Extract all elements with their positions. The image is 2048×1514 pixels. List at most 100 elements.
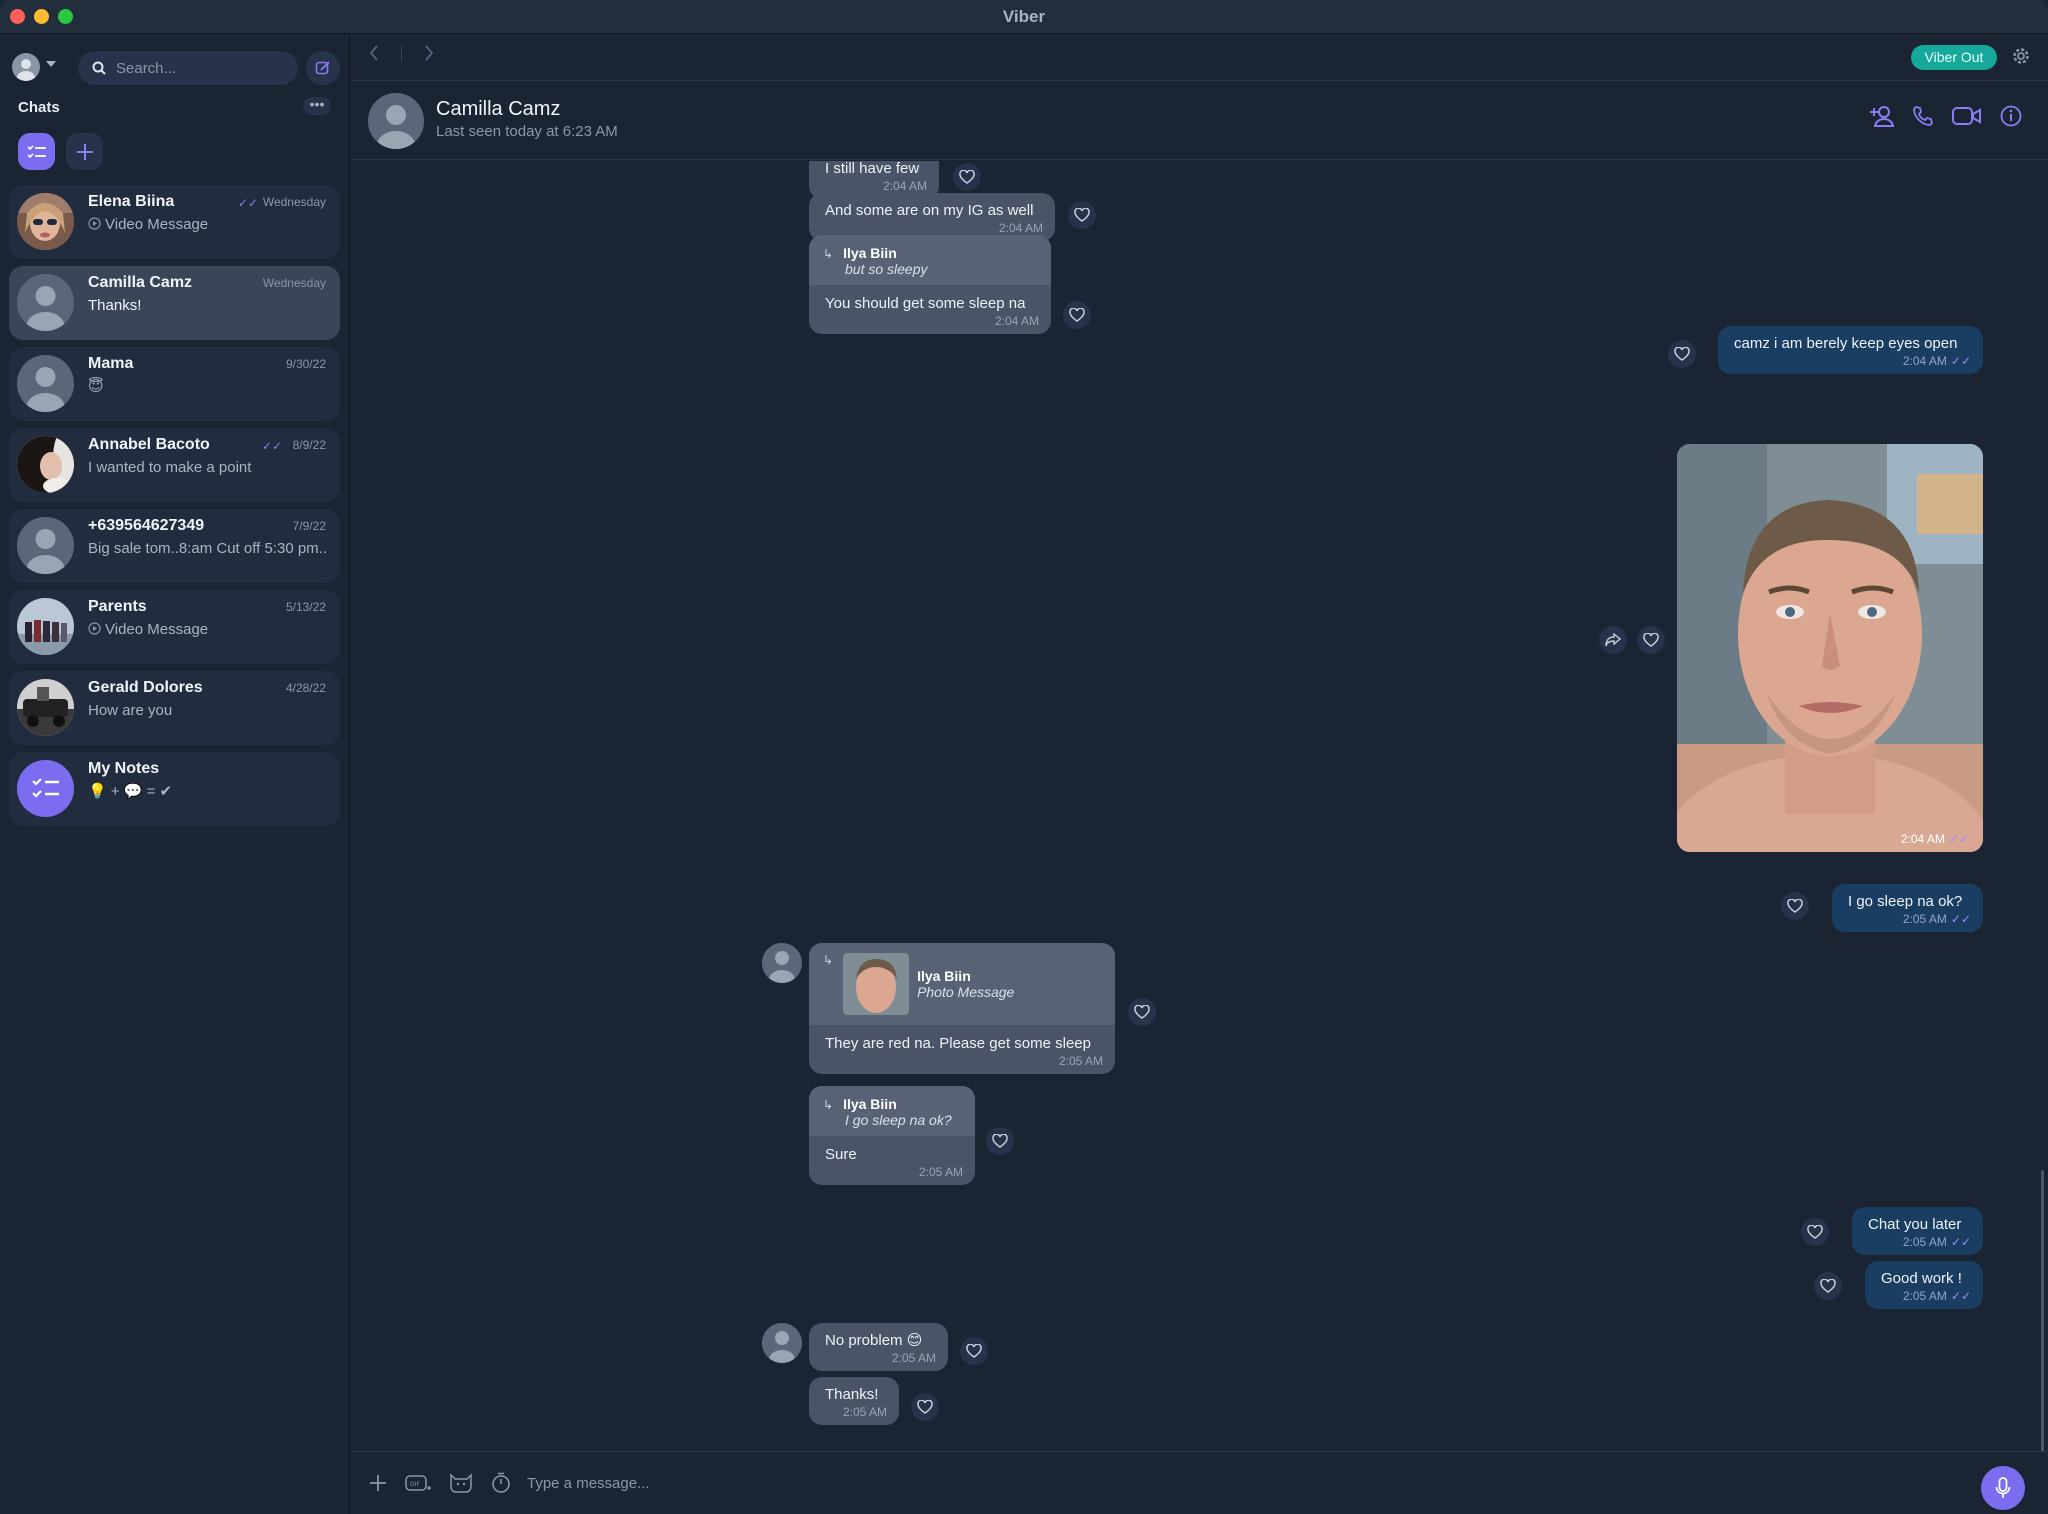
message-time: 2:05 AM [842,1405,887,1419]
like-button[interactable] [1781,892,1809,920]
chat-item-annabel-bacoto[interactable]: Annabel Bacoto ✓✓ 8/9/22 I wanted to mak… [9,428,340,502]
chat-name: My Notes [88,760,160,777]
chat-name: Elena Biina [88,193,175,210]
profile-menu-chevron-icon[interactable] [46,61,56,67]
add-participant-icon[interactable] [1868,105,1894,127]
quoted-message[interactable]: ↳ Ilya Biin Photo Message [809,943,1115,1025]
like-button[interactable] [1814,1272,1842,1300]
sender-avatar[interactable] [762,943,802,983]
like-button[interactable] [1637,626,1665,654]
quoted-sender: Ilya Biin [843,1096,897,1112]
chat-item-camilla-camz[interactable]: Camilla Camz Wednesday Thanks! [9,266,340,340]
like-button[interactable] [1063,301,1091,329]
heart-icon [1074,208,1090,222]
like-button[interactable] [960,1337,988,1365]
app-window: Viber Chats ••• [0,0,2048,1514]
video-message-icon [88,217,101,230]
chat-time: 4/28/22 [285,681,326,695]
like-button[interactable] [1068,201,1096,229]
chat-item-phone-number[interactable]: +639564627349 7/9/22 Big sale tom..8:am … [9,509,340,583]
chat-time: 8/9/22 [292,438,326,452]
like-button[interactable] [1801,1218,1829,1246]
like-button[interactable] [911,1393,939,1421]
message-composer: GIF [351,1451,2048,1514]
avatar [17,274,74,331]
compose-button[interactable] [306,51,340,85]
quoted-message[interactable]: ↳ Ilya Biin but so sleepy [809,235,1051,285]
chat-item-parents[interactable]: Parents 5/13/22 Video Message [9,590,340,664]
like-button[interactable] [1128,998,1156,1026]
more-options-button[interactable]: ••• [303,97,331,115]
minimize-window-button[interactable] [34,9,49,24]
sticker-icon[interactable] [449,1473,473,1493]
sidebar: Chats ••• Elena Biina ✓✓ Wednesday Video… [0,35,350,1514]
voice-message-button[interactable] [1981,1466,2025,1510]
chat-name: Parents [88,598,147,615]
search-input[interactable] [116,59,276,77]
chat-item-gerald-dolores[interactable]: Gerald Dolores 4/28/22 How are you [9,671,340,745]
message-bubble-reply[interactable]: ↳ Ilya Biin Photo Message They are red n… [809,943,1115,1074]
chat-time: 5/13/22 [285,600,326,614]
chat-item-mama[interactable]: Mama 9/30/22 😇 [9,347,340,421]
chat-name: +639564627349 [88,517,205,534]
chat-item-elena-biina[interactable]: Elena Biina ✓✓ Wednesday Video Message [9,185,340,259]
forward-arrow-icon[interactable] [424,45,434,61]
heart-icon [1134,1005,1150,1019]
message-input[interactable] [527,1468,1827,1498]
info-icon[interactable] [2000,105,2022,127]
heart-icon [1069,308,1085,322]
conversation-pane: Viber Out Camilla Camz Last seen today a… [351,35,2048,1514]
message-text: I still have few [825,161,920,177]
viber-out-button[interactable]: Viber Out [1911,45,1997,70]
timer-icon[interactable] [491,1472,511,1494]
message-bubble-outgoing[interactable]: Good work ! 2:05 AM ✓✓ [1865,1261,1983,1309]
message-scrollbar[interactable] [2041,1170,2044,1485]
chat-filter-all-button[interactable] [18,133,55,170]
plus-icon[interactable] [369,1474,387,1492]
message-bubble-reply[interactable]: ↳ Ilya Biin I go sleep na ok? Sure 2:05 A… [809,1086,975,1185]
like-button[interactable] [986,1127,1014,1155]
heart-icon [1643,633,1659,647]
message-bubble-reply[interactable]: ↳ Ilya Biin but so sleepy You should get … [809,235,1051,334]
chat-item-my-notes[interactable]: My Notes 💡 + 💬 = ✔ [9,752,340,826]
heart-icon [1820,1279,1836,1293]
message-bubble-incoming[interactable]: And some are on my IG as well 2:04 AM [809,193,1055,241]
search-box[interactable] [78,51,298,85]
gear-icon[interactable] [2011,46,2031,66]
back-arrow-icon[interactable] [369,45,379,61]
message-meta: 2:04 AM ✓✓ [1734,354,1971,368]
contact-avatar[interactable] [368,93,424,149]
close-window-button[interactable] [10,9,25,24]
chat-list: Elena Biina ✓✓ Wednesday Video Message C… [9,185,340,833]
selfie-photo [1677,444,1983,852]
last-seen-status: Last seen today at 6:23 AM [436,123,618,140]
message-meta: 2:05 AM ✓✓ [1848,912,1971,926]
video-call-icon[interactable] [1952,106,1982,126]
avatar [17,436,74,493]
message-text: Thanks! [825,1386,879,1403]
add-filter-button[interactable] [66,133,103,170]
gif-icon[interactable]: GIF [405,1473,431,1493]
heart-icon [966,1344,982,1358]
forward-share-icon [1605,633,1621,647]
my-profile-avatar[interactable] [12,53,40,81]
sender-avatar[interactable] [762,1323,802,1363]
message-bubble-outgoing[interactable]: Chat you later 2:05 AM ✓✓ [1852,1207,1983,1255]
message-time: 2:05 AM [1058,1054,1103,1068]
phone-call-icon[interactable] [1912,105,1934,127]
message-bubble-outgoing[interactable]: I go sleep na ok? 2:05 AM ✓✓ [1832,884,1983,932]
chat-preview-text: Video Message [105,216,209,233]
message-time: 2:05 AM [1902,1289,1947,1303]
quoted-message[interactable]: ↳ Ilya Biin I go sleep na ok? [809,1086,975,1136]
message-bubble-outgoing[interactable]: camz i am berely keep eyes open 2:04 AM ✓… [1718,326,1983,374]
like-button[interactable] [1668,340,1696,368]
message-text: Good work ! [1881,1270,1962,1287]
photo-message[interactable]: 2:04 AM ✓✓ [1677,444,1983,852]
heart-icon [1674,347,1690,361]
message-bubble-incoming[interactable]: No problem 😊 2:05 AM [809,1323,948,1371]
quoted-text: Photo Message [917,984,1015,1000]
zoom-window-button[interactable] [58,9,73,24]
share-button[interactable] [1599,626,1627,654]
message-bubble-incoming[interactable]: Thanks! 2:05 AM [809,1377,899,1425]
like-button[interactable] [953,163,981,191]
